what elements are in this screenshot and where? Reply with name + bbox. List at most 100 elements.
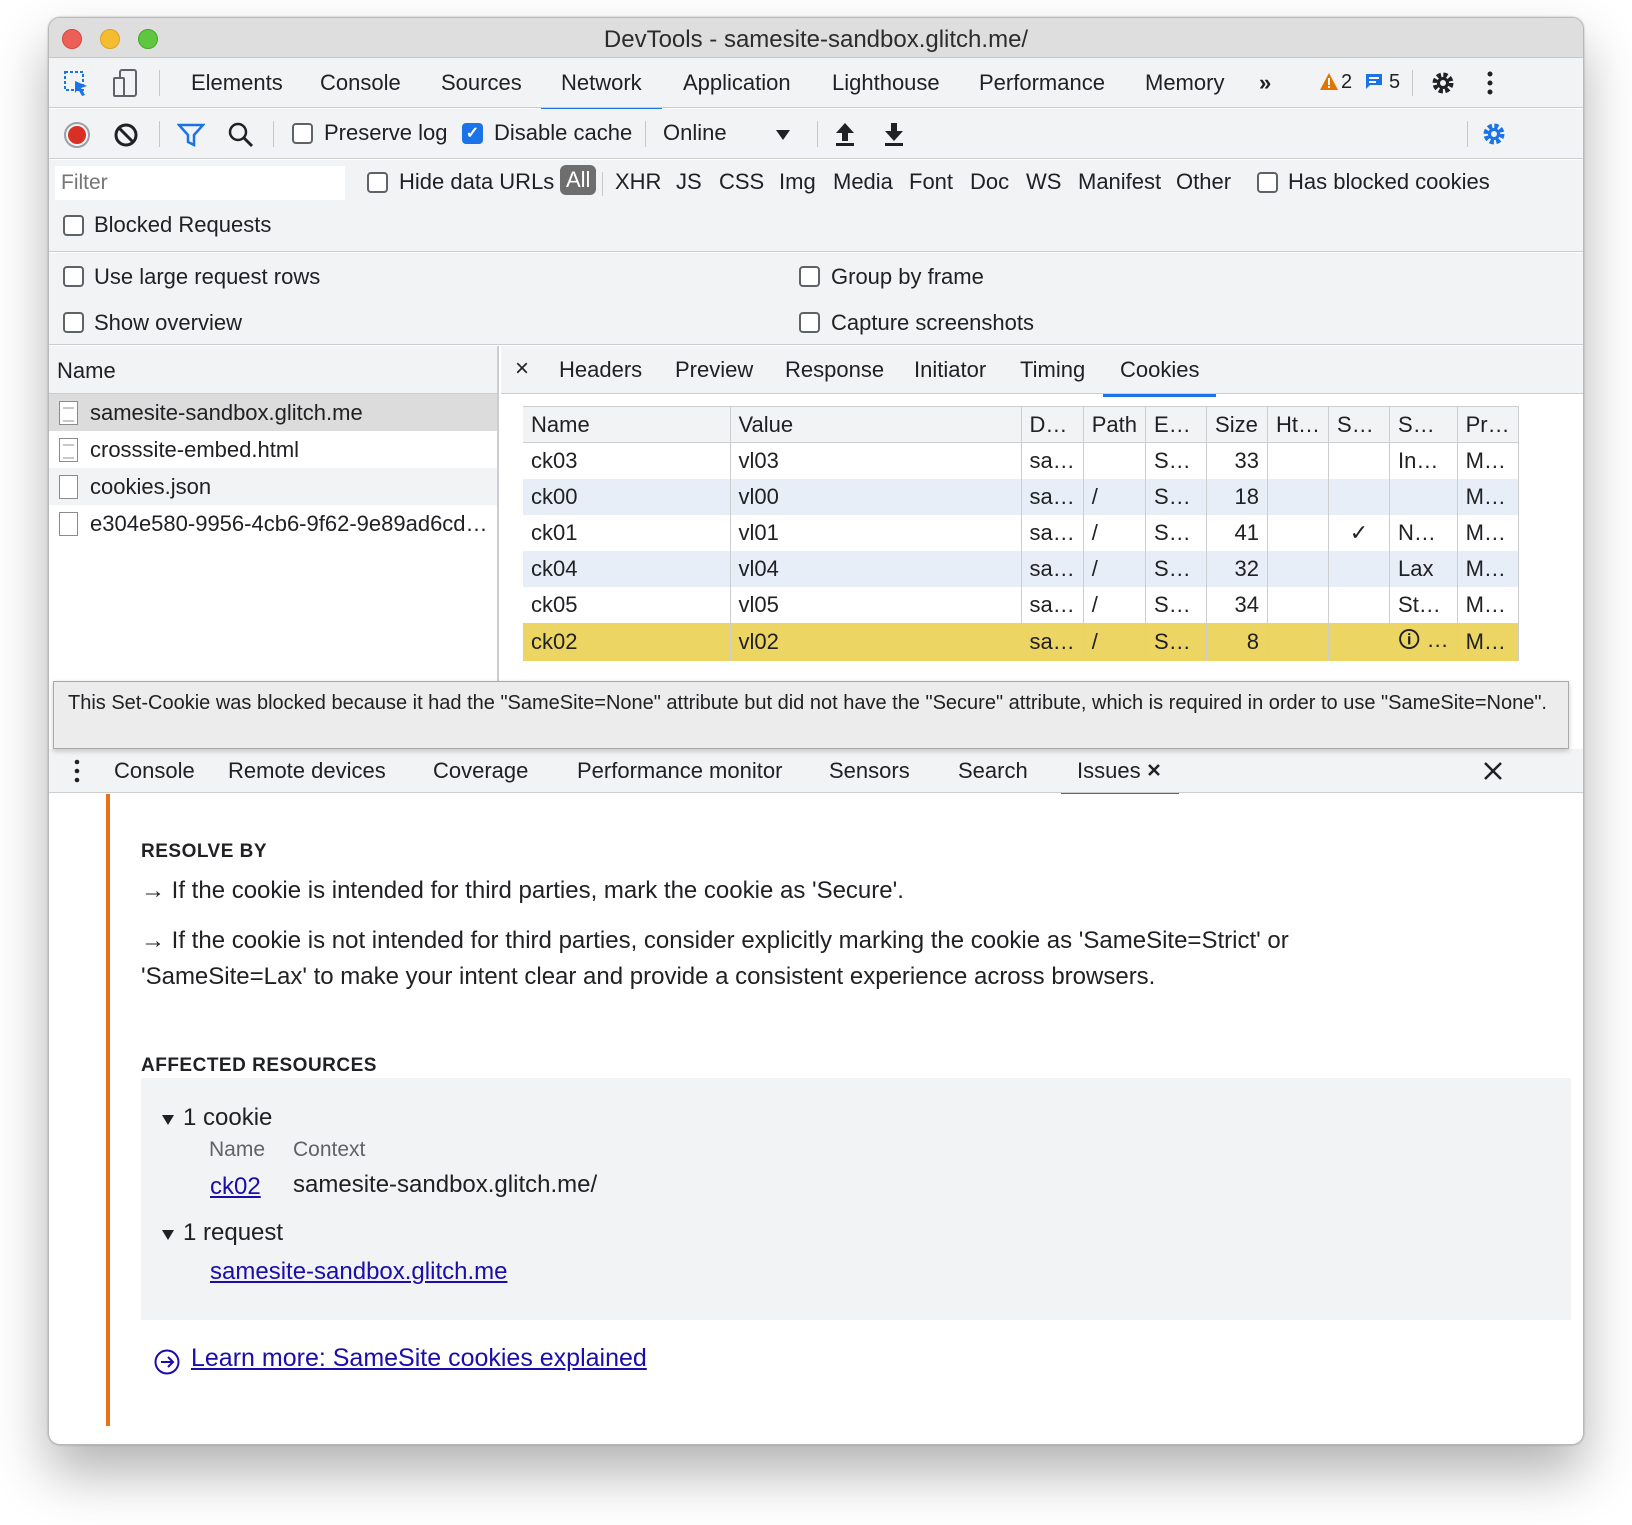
drawer-tab-sensors[interactable]: Sensors [829,758,910,784]
export-har-icon[interactable] [882,121,906,152]
group-by-frame-checkbox[interactable] [799,266,820,287]
filter-type-other[interactable]: Other [1176,169,1231,195]
device-toolbar-icon[interactable] [111,68,141,103]
drawer-menu-icon[interactable] [73,758,81,789]
tab-lighthouse[interactable]: Lighthouse [832,70,940,96]
message-count[interactable]: 5 [1389,71,1400,94]
cookie-value: vl00 [730,478,1022,515]
tab-response[interactable]: Response [785,357,884,383]
cookie-path: / [1083,478,1147,515]
cookie-row[interactable]: ck04 vl04 sa… / S… 32 Lax M… [523,550,1519,587]
tab-application[interactable]: Application [683,70,791,96]
warning-count[interactable]: 2 [1341,71,1352,94]
cookie-row[interactable]: ck01 vl01 sa… / S… 41 ✓ N… M… [523,514,1519,551]
blocked-requests-checkbox[interactable] [63,215,84,236]
cookie-row[interactable]: ck03 vl03 sa… S… 33 In… M… [523,442,1519,479]
close-detail-button[interactable]: × [515,355,529,383]
filter-type-doc[interactable]: Doc [970,169,1009,195]
tab-initiator[interactable]: Initiator [914,357,986,383]
learn-more-link[interactable]: Learn more: SameSite cookies explained [191,1344,647,1373]
close-drawer-icon[interactable] [1483,761,1503,786]
filter-type-xhr[interactable]: XHR [615,169,661,195]
resolve-heading: RESOLVE BY [141,841,268,862]
tab-timing[interactable]: Timing [1020,357,1085,383]
col-expires[interactable]: E… [1145,406,1208,443]
tab-preview[interactable]: Preview [675,357,753,383]
record-icon[interactable] [63,121,91,154]
search-icon[interactable] [227,121,255,154]
filter-type-js[interactable]: JS [676,169,702,195]
col-value[interactable]: Value [730,406,1022,443]
disable-cache-checkbox[interactable]: ✓ [462,123,483,144]
col-path[interactable]: Path [1083,406,1147,443]
col-samesite[interactable]: S… [1389,406,1458,443]
drawer-tab-remote-devices[interactable]: Remote devices [228,758,386,784]
tab-console[interactable]: Console [320,70,401,96]
request-list-header[interactable]: Name [49,346,497,394]
cookie-secure [1328,550,1391,587]
tab-sources[interactable]: Sources [441,70,522,96]
request-row[interactable]: samesite-sandbox.glitch.me [49,394,497,431]
tab-memory[interactable]: Memory [1145,70,1224,96]
col-secure[interactable]: S… [1328,406,1391,443]
tab-network[interactable]: Network [541,70,662,111]
tab-elements[interactable]: Elements [191,70,283,96]
tab-performance[interactable]: Performance [979,70,1105,96]
request-row[interactable]: cookies.json [49,468,497,505]
capture-screenshots-checkbox[interactable] [799,312,820,333]
show-overview-checkbox[interactable] [63,312,84,333]
filter-type-css[interactable]: CSS [719,169,764,195]
triangle-down-icon[interactable] [161,1228,175,1246]
cookie-row[interactable]: ck00 vl00 sa… / S… 18 M… [523,478,1519,515]
cookie-name: ck01 [523,514,731,551]
preserve-log-checkbox[interactable] [292,123,313,144]
gear-icon[interactable] [1429,69,1457,102]
request-row[interactable]: e304e580-9956-4cb6-9f62-9e89ad6cd… [49,505,497,542]
network-toolbar: Preserve log ✓ Disable cache Online [49,109,1583,159]
large-rows-checkbox[interactable] [63,266,84,287]
resolve-step-1: → If the cookie is intended for third pa… [141,877,904,904]
cookie-httponly [1267,586,1330,623]
drawer-tab-search[interactable]: Search [958,758,1028,784]
col-httponly[interactable]: Ht… [1267,406,1330,443]
cookie-row[interactable]: ck05 vl05 sa… / S… 34 St… M… [523,586,1519,623]
filter-type-all[interactable]: All [560,165,597,195]
filter-input[interactable] [55,166,345,200]
filter-type-ws[interactable]: WS [1026,169,1061,195]
chevron-down-icon[interactable] [775,128,791,146]
more-options-icon[interactable] [1485,69,1495,102]
drawer-tab-console[interactable]: Console [114,758,195,784]
request-row[interactable]: crosssite-embed.html [49,431,497,468]
tab-cookies[interactable]: Cookies [1103,357,1217,397]
hide-data-urls-checkbox[interactable] [367,172,388,193]
col-size[interactable]: Size [1206,406,1269,443]
col-name[interactable]: Name [523,406,731,443]
col-domain[interactable]: D… [1021,406,1084,443]
request-group-toggle[interactable]: 1 request [183,1219,283,1247]
filter-icon[interactable] [176,122,206,153]
blocked-cookie-row[interactable]: ck02 vl02 sa… / S… 8 🛈 … M… [523,622,1519,661]
clear-icon[interactable] [113,122,139,153]
throttle-select[interactable]: Online [663,120,727,146]
inspect-element-icon[interactable] [63,70,91,103]
drawer-tab-coverage[interactable]: Coverage [433,758,528,784]
cookie-group-toggle[interactable]: 1 cookie [183,1104,272,1132]
request-name: e304e580-9956-4cb6-9f62-9e89ad6cd… [90,511,488,536]
filter-type-img[interactable]: Img [779,169,816,195]
drawer-tab-performance-monitor[interactable]: Performance monitor [577,758,782,784]
network-settings-gear-icon[interactable] [1480,120,1508,153]
col-priority[interactable]: Pr… [1457,406,1519,443]
filter-type-media[interactable]: Media [833,169,893,195]
has-blocked-cookies-checkbox[interactable] [1257,172,1278,193]
cookie-path: / [1083,622,1147,661]
triangle-down-icon[interactable] [161,1113,175,1131]
affected-cookie-link[interactable]: ck02 [210,1173,261,1201]
cookie-name-header: Name [209,1138,266,1161]
more-tabs-button[interactable]: » [1259,70,1271,96]
filter-type-font[interactable]: Font [909,169,953,195]
filter-type-manifest[interactable]: Manifest [1078,169,1161,195]
close-issues-tab-icon[interactable] [1147,763,1161,782]
tab-headers[interactable]: Headers [559,357,642,383]
import-har-icon[interactable] [833,121,857,152]
affected-request-link[interactable]: samesite-sandbox.glitch.me [210,1258,507,1286]
